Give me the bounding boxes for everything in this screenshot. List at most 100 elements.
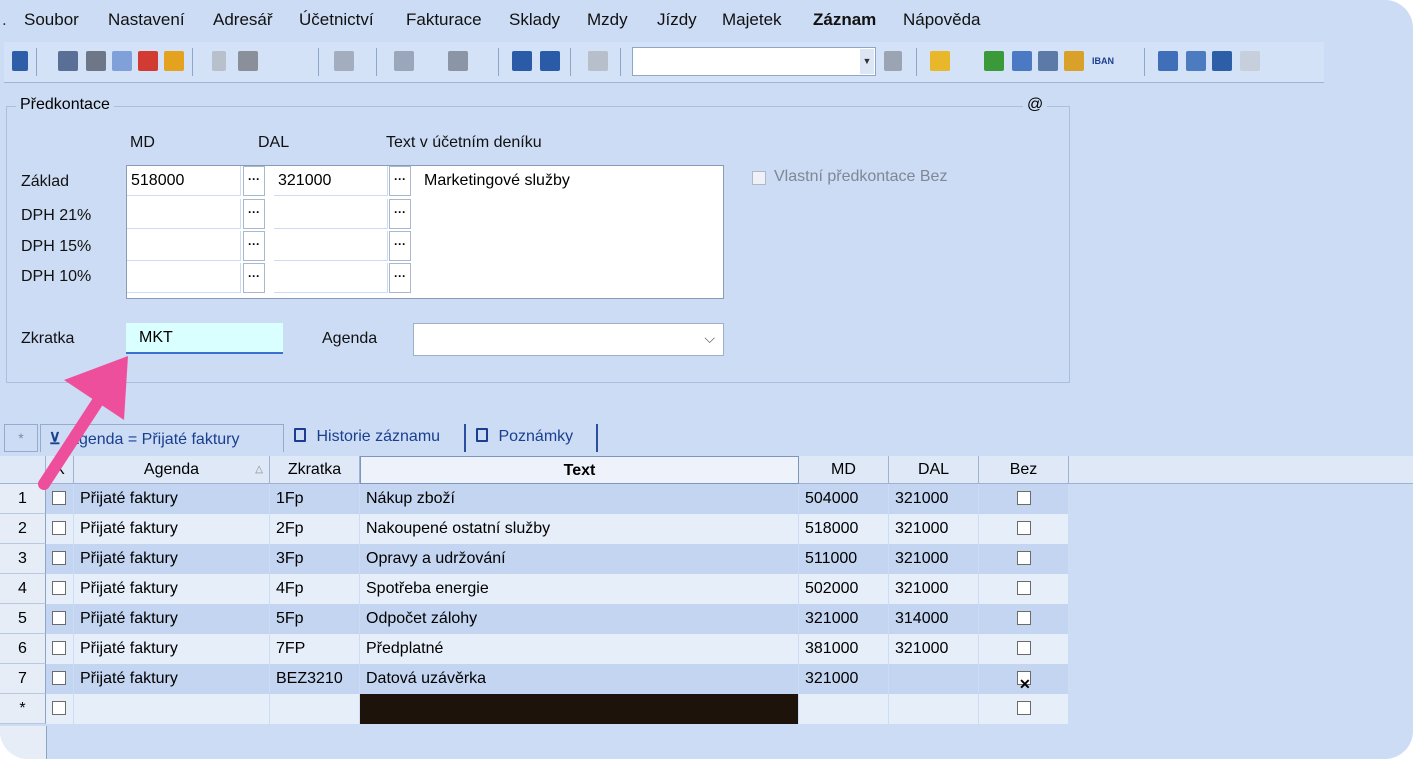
edit-icon[interactable] [238, 51, 258, 71]
bez-checkbox[interactable] [1017, 491, 1031, 505]
cell-text[interactable]: Nákup zboží [360, 484, 799, 514]
folder-icon[interactable] [930, 51, 950, 71]
cell-text[interactable]: Spotřeba energie [360, 574, 799, 604]
cell-zkratka[interactable]: 7FP [270, 634, 360, 664]
save-all-icon[interactable] [540, 51, 560, 71]
cell-dal[interactable] [889, 694, 979, 724]
cell-zkratka[interactable]: 4Fp [270, 574, 360, 604]
md-dph10-input[interactable] [127, 263, 241, 293]
menu-napoveda[interactable]: Nápověda [903, 10, 981, 30]
bez-checkbox[interactable] [1017, 611, 1031, 625]
tab-poznamky[interactable]: Poznámky [468, 424, 598, 452]
md-zaklad-ellipsis-button[interactable]: ··· [243, 166, 265, 196]
cell-text[interactable]: Odpočet zálohy [360, 604, 799, 634]
layout-icon[interactable] [1186, 51, 1206, 71]
cell-md[interactable]: 321000 [799, 604, 889, 634]
new-row[interactable]: * [0, 694, 1069, 724]
exit-icon[interactable] [12, 51, 28, 71]
cell-agenda[interactable]: Přijaté faktury [74, 574, 270, 604]
bez-checkbox[interactable] [1017, 641, 1031, 655]
back-icon[interactable] [394, 51, 414, 71]
table-row[interactable]: 1 Přijaté faktury 1Fp Nákup zboží 504000 3210… [0, 484, 1069, 514]
cell-rownum[interactable]: 4 [0, 574, 46, 604]
agenda-select[interactable]: ⌵ [413, 323, 724, 356]
cell-bez[interactable] [979, 574, 1069, 604]
cell-bez[interactable] [979, 484, 1069, 514]
cell-text[interactable]: Nakoupené ostatní služby [360, 514, 799, 544]
own-predkontace-checkbox[interactable] [752, 171, 766, 185]
cell-text[interactable]: Opravy a udržování [360, 544, 799, 574]
md-dph15-input[interactable] [127, 231, 241, 261]
cell-rownum[interactable]: 2 [0, 514, 46, 544]
tab-agenda-filter[interactable]: ⊻ Agenda = Přijaté faktury [40, 424, 284, 452]
new-record-icon[interactable] [212, 51, 226, 71]
row-select-checkbox[interactable] [52, 551, 66, 565]
cell-agenda[interactable]: Přijaté faktury [74, 604, 270, 634]
cell-bez[interactable] [979, 544, 1069, 574]
menu-majetek[interactable]: Majetek [722, 10, 782, 30]
cell-dal[interactable]: 321000 [889, 634, 979, 664]
cell-md[interactable]: 518000 [799, 514, 889, 544]
table-icon[interactable] [1038, 51, 1058, 71]
header-x[interactable]: X [46, 456, 74, 484]
cell-bez[interactable] [979, 604, 1069, 634]
print-icon[interactable] [86, 51, 106, 71]
row-select-checkbox[interactable] [52, 521, 66, 535]
menu-soubor[interactable]: Soubor [24, 10, 79, 30]
cell-bez[interactable] [979, 514, 1069, 544]
print-preview-icon[interactable] [112, 51, 132, 71]
money-icon[interactable] [984, 51, 1004, 71]
cell-chk[interactable] [46, 664, 74, 694]
at-symbol[interactable]: @ [1023, 96, 1048, 114]
help-icon[interactable] [1240, 51, 1260, 71]
dal-dph21-input[interactable] [274, 199, 388, 229]
cell-zkratka[interactable] [270, 694, 360, 724]
cell-chk[interactable] [46, 574, 74, 604]
bez-checkbox[interactable] [1017, 701, 1031, 715]
bez-checkbox[interactable] [1017, 581, 1031, 595]
dal-zaklad-input[interactable]: 321000 [274, 166, 388, 196]
coins-icon[interactable] [1064, 51, 1084, 71]
cell-zkratka[interactable]: 2Fp [270, 514, 360, 544]
md-dph15-ellipsis-button[interactable]: ··· [243, 231, 265, 261]
cell-text[interactable]: Datová uzávěrka [360, 664, 799, 694]
cell-md[interactable] [799, 694, 889, 724]
cell-agenda[interactable] [74, 694, 270, 724]
row-select-checkbox[interactable] [52, 641, 66, 655]
tab-historie[interactable]: Historie záznamu [286, 424, 466, 452]
dal-dph15-ellipsis-button[interactable]: ··· [389, 231, 411, 261]
cell-md[interactable]: 511000 [799, 544, 889, 574]
menu-nastaveni[interactable]: Nastavení [108, 10, 185, 30]
save-icon[interactable] [512, 51, 532, 71]
table-row[interactable]: 5 Přijaté faktury 5Fp Odpočet zálohy 321000 3… [0, 604, 1069, 634]
header-bez[interactable]: Bez [979, 456, 1069, 484]
cell-bez[interactable] [979, 694, 1069, 724]
menu-jizdy[interactable]: Jízdy [657, 10, 697, 30]
dal-zaklad-ellipsis-button[interactable]: ··· [389, 166, 411, 196]
cell-dal[interactable]: 321000 [889, 514, 979, 544]
cell-md[interactable]: 321000 [799, 664, 889, 694]
cell-text[interactable]: Předplatné [360, 634, 799, 664]
table-row[interactable]: 6 Přijaté faktury 7FP Předplatné 381000 32100… [0, 634, 1069, 664]
cell-rownum[interactable]: 6 [0, 634, 46, 664]
cell-md[interactable]: 381000 [799, 634, 889, 664]
bez-checkbox[interactable] [1017, 521, 1031, 535]
cell-agenda[interactable]: Přijaté faktury [74, 664, 270, 694]
cell-chk[interactable] [46, 634, 74, 664]
md-dph21-input[interactable] [127, 199, 241, 229]
iban-icon[interactable]: IBAN [1090, 51, 1116, 71]
cell-chk[interactable] [46, 484, 74, 514]
cell-zkratka[interactable]: 5Fp [270, 604, 360, 634]
cell-chk[interactable] [46, 604, 74, 634]
menu-mzdy[interactable]: Mzdy [587, 10, 628, 30]
row-select-checkbox[interactable] [52, 491, 66, 505]
calculator-icon[interactable] [1012, 51, 1032, 71]
menu-adresar[interactable]: Adresář [213, 10, 273, 30]
toolbar-combo[interactable]: ▼ [632, 47, 876, 76]
cell-rownum[interactable]: * [0, 694, 46, 724]
cell-zkratka[interactable]: BEZ3210 [270, 664, 360, 694]
md-zaklad-input[interactable]: 518000 [127, 166, 241, 196]
table-row[interactable]: 4 Přijaté faktury 4Fp Spotřeba energie 50200… [0, 574, 1069, 604]
menu-sklady[interactable]: Sklady [509, 10, 560, 30]
cell-dal[interactable]: 321000 [889, 484, 979, 514]
